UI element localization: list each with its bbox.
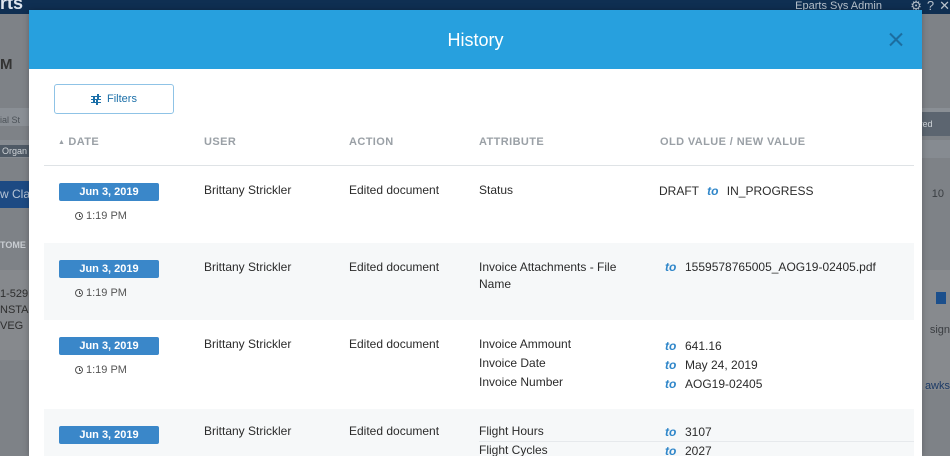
attribute-line: Invoice Ammount xyxy=(479,337,572,351)
history-row: Jun 3, 2019 1:19 PM Brittany Strickler E… xyxy=(44,243,914,320)
new-value: 2027 xyxy=(685,444,712,456)
attribute-cell: Status xyxy=(479,183,514,197)
sliders-icon xyxy=(91,93,102,105)
value-line: to 1559578765005_AOG19-02405.pdf xyxy=(659,259,909,278)
column-header-action[interactable]: ACTION xyxy=(349,136,394,148)
value-line: to May 24, 2019 xyxy=(659,357,909,376)
new-value: 3107 xyxy=(685,425,712,439)
value-cell: DRAFT to IN_PROGRESS xyxy=(659,183,909,200)
time-value: 1:19 PM xyxy=(86,287,127,299)
new-value: 1559578765005_AOG19-02405.pdf xyxy=(685,260,876,274)
column-header-user[interactable]: USER xyxy=(204,136,236,148)
value-line: to 3107 xyxy=(659,424,909,443)
user-cell: Brittany Strickler xyxy=(204,337,292,351)
user-cell: Brittany Strickler xyxy=(204,260,292,274)
history-row: Jun 3, 2019 Brittany Strickler Edited do… xyxy=(44,409,914,456)
new-value: 641.16 xyxy=(685,339,722,353)
history-modal: History Filters ▲ DATE USER ACTION ATTRIB… xyxy=(29,10,922,456)
attribute-cell: Invoice Ammount Invoice Date Invoice Num… xyxy=(479,336,639,393)
value-cell: to 1559578765005_AOG19-02405.pdf xyxy=(659,259,909,278)
app-customer-label: TOME xyxy=(0,240,26,250)
app-saved-badge: ved xyxy=(918,112,950,136)
new-value: AOG19-02405 xyxy=(685,377,763,391)
to-label: to xyxy=(665,260,677,274)
to-label: to xyxy=(665,444,677,456)
tools-icon[interactable]: ✕ xyxy=(939,0,950,12)
time-label: 1:19 PM xyxy=(75,364,127,376)
time-value: 1:19 PM xyxy=(86,364,127,376)
column-header-attribute[interactable]: ATTRIBUTE xyxy=(479,136,544,148)
value-line: to 641.16 xyxy=(659,338,909,357)
help-icon[interactable]: ? xyxy=(927,0,934,12)
filters-button[interactable]: Filters xyxy=(54,84,174,114)
close-icon[interactable] xyxy=(887,30,905,48)
app-assign-text: sign xyxy=(929,324,950,336)
date-badge: Jun 3, 2019 xyxy=(59,426,159,444)
app-crumb-org: Organ xyxy=(0,145,30,157)
user-cell: Brittany Strickler xyxy=(204,424,292,438)
history-row: Jun 3, 2019 1:19 PM Brittany Strickler E… xyxy=(44,320,914,409)
action-cell: Edited document xyxy=(349,183,440,197)
attribute-line: Invoice Date xyxy=(479,356,546,370)
attribute-line: Invoice Number xyxy=(479,375,564,389)
to-label: to xyxy=(665,425,677,439)
app-count: 10 xyxy=(931,188,944,200)
app-hawks-link[interactable]: awks xyxy=(925,380,950,392)
book-icon[interactable] xyxy=(936,292,946,304)
value-line: to 2027 xyxy=(659,443,909,456)
sort-asc-icon: ▲ xyxy=(58,139,66,146)
value-line: to AOG19-02405 xyxy=(659,376,909,395)
new-value: IN_PROGRESS xyxy=(726,184,814,198)
action-cell: Edited document xyxy=(349,337,440,351)
value-cell: to 3107 to 2027 xyxy=(659,424,909,456)
modal-title: History xyxy=(447,30,504,50)
clock-icon xyxy=(75,366,83,374)
clock-icon xyxy=(75,212,83,220)
filters-label: Filters xyxy=(107,93,137,105)
clock-icon xyxy=(75,289,83,297)
app-page-title: M xyxy=(0,56,13,73)
modal-header: History xyxy=(29,10,922,69)
time-label: 1:19 PM xyxy=(75,287,127,299)
value-cell: to 641.16 to May 24, 2019 to AOG19-02405 xyxy=(659,338,909,395)
column-header-date[interactable]: ▲ DATE xyxy=(58,136,99,148)
date-badge: Jun 3, 2019 xyxy=(59,260,159,278)
new-value: May 24, 2019 xyxy=(685,358,758,372)
date-badge: Jun 3, 2019 xyxy=(59,183,159,201)
action-cell: Edited document xyxy=(349,260,440,274)
attribute-line: Flight Hours xyxy=(479,424,544,438)
to-label: to xyxy=(665,339,677,353)
user-cell: Brittany Strickler xyxy=(204,183,292,197)
attribute-cell: Flight Hours Flight Cycles xyxy=(479,423,639,456)
attribute-line: Flight Cycles xyxy=(479,443,548,456)
to-label: to xyxy=(665,358,677,372)
time-label: 1:19 PM xyxy=(75,210,127,222)
date-badge: Jun 3, 2019 xyxy=(59,337,159,355)
old-value: DRAFT xyxy=(659,184,699,198)
to-label: to xyxy=(665,377,677,391)
to-label: to xyxy=(707,184,719,198)
history-row: Jun 3, 2019 1:19 PM Brittany Strickler E… xyxy=(44,166,914,243)
column-header-date-label: DATE xyxy=(68,136,100,148)
app-crumb-status: ial St xyxy=(0,115,21,125)
action-cell: Edited document xyxy=(349,424,440,438)
app-logo: rts xyxy=(0,0,24,13)
time-value: 1:19 PM xyxy=(86,210,127,222)
app-new-claim-button[interactable]: w Cla xyxy=(0,181,30,208)
column-header-values: OLD VALUE / NEW VALUE xyxy=(660,136,806,148)
attribute-cell: Invoice Attachments - File Name xyxy=(479,260,617,291)
